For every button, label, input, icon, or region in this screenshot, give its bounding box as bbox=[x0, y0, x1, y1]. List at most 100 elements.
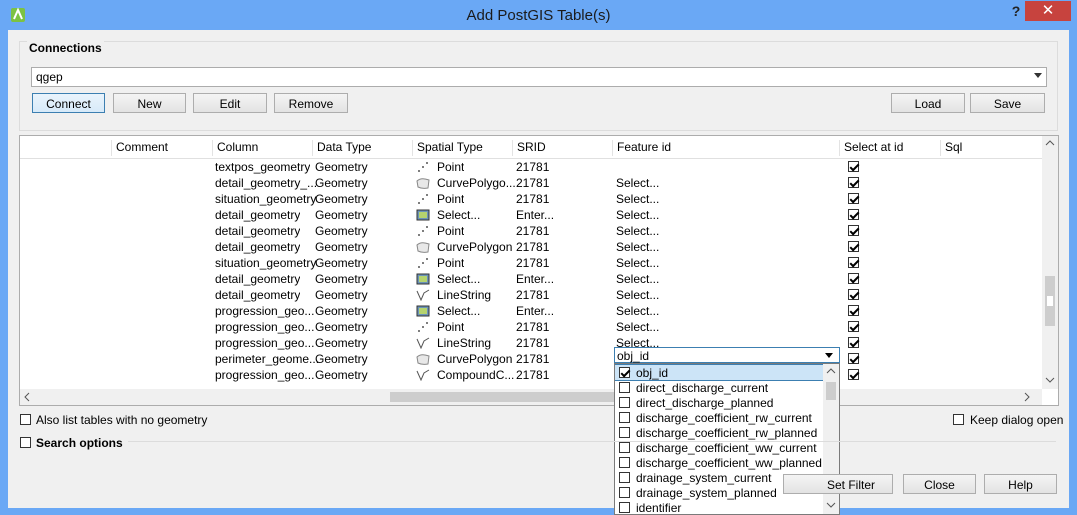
header-spatial-type[interactable]: Spatial Type bbox=[412, 140, 512, 156]
cell-feature-id[interactable]: Select... bbox=[616, 288, 659, 302]
cell-srid[interactable]: 21781 bbox=[516, 288, 549, 302]
option-checkbox[interactable] bbox=[619, 397, 630, 408]
cell-spatial-type[interactable]: Point bbox=[437, 320, 464, 334]
cell-srid[interactable]: 21781 bbox=[516, 224, 549, 238]
popup-option[interactable]: discharge_coefficient_rw_planned bbox=[615, 425, 825, 440]
header-sql[interactable]: Sql bbox=[940, 140, 1042, 156]
select-at-id-checkbox[interactable] bbox=[848, 273, 859, 284]
header-data-type[interactable]: Data Type bbox=[312, 140, 412, 156]
cell-spatial-type[interactable]: LineString bbox=[437, 288, 491, 302]
feature-id-dropdown[interactable]: obj_id bbox=[614, 347, 840, 363]
cell-spatial-type[interactable]: Select... bbox=[437, 272, 480, 286]
popup-option[interactable]: discharge_coefficient_ww_current bbox=[615, 440, 825, 455]
also-list-no-geometry-checkbox[interactable] bbox=[20, 414, 31, 425]
select-at-id-checkbox[interactable] bbox=[848, 369, 859, 380]
header-srid[interactable]: SRID bbox=[512, 140, 612, 156]
option-checkbox[interactable] bbox=[619, 412, 630, 423]
table-row[interactable]: progression_geo... Geometry CompoundC... 21… bbox=[20, 367, 1042, 383]
cell-feature-id[interactable]: Select... bbox=[616, 272, 659, 286]
option-checkbox[interactable] bbox=[619, 502, 630, 513]
cell-srid[interactable]: Enter... bbox=[516, 272, 554, 286]
popup-option[interactable]: obj_id bbox=[615, 364, 826, 381]
popup-option[interactable]: direct_discharge_current bbox=[615, 380, 825, 395]
select-at-id-checkbox[interactable] bbox=[848, 161, 859, 172]
cell-srid[interactable]: 21781 bbox=[516, 352, 549, 366]
header-feature-id[interactable]: Feature id bbox=[612, 140, 839, 156]
header-column[interactable]: Column bbox=[212, 140, 312, 156]
cell-srid[interactable]: Enter... bbox=[516, 304, 554, 318]
table-row[interactable]: situation_geometry Geometry Point 21781 Sele… bbox=[20, 255, 1042, 271]
cell-spatial-type[interactable]: CurvePolygon bbox=[437, 352, 512, 366]
keep-dialog-open-checkbox[interactable] bbox=[953, 414, 964, 425]
table-row[interactable]: detail_geometry Geometry Select... Enter...… bbox=[20, 207, 1042, 223]
cell-spatial-type[interactable]: Select... bbox=[437, 208, 480, 222]
cell-spatial-type[interactable]: Point bbox=[437, 256, 464, 270]
cell-srid[interactable]: 21781 bbox=[516, 368, 549, 382]
cell-spatial-type[interactable]: CurvePolygon bbox=[437, 240, 512, 254]
close-button[interactable]: Close bbox=[903, 474, 976, 494]
title-help-button[interactable]: ? bbox=[1008, 3, 1024, 21]
help-button[interactable]: Help bbox=[984, 474, 1057, 494]
select-at-id-checkbox[interactable] bbox=[848, 193, 859, 204]
cell-spatial-type[interactable]: LineString bbox=[437, 336, 491, 350]
popup-option[interactable]: discharge_coefficient_rw_current bbox=[615, 410, 825, 425]
connection-select[interactable]: qgep bbox=[31, 67, 1047, 87]
table-row[interactable]: perimeter_geome... Geometry CurvePolygon 21… bbox=[20, 351, 1042, 367]
cell-feature-id[interactable]: Select... bbox=[616, 208, 659, 222]
header-comment[interactable]: Comment bbox=[111, 140, 211, 156]
table-vertical-scrollbar[interactable] bbox=[1042, 136, 1058, 389]
cell-feature-id[interactable]: Select... bbox=[616, 304, 659, 318]
cell-srid[interactable]: 21781 bbox=[516, 240, 549, 254]
cell-spatial-type[interactable]: Point bbox=[437, 192, 464, 206]
connect-button[interactable]: Connect bbox=[32, 93, 105, 113]
option-checkbox[interactable] bbox=[619, 382, 630, 393]
cell-feature-id[interactable]: Select... bbox=[616, 192, 659, 206]
popup-option[interactable]: direct_discharge_planned bbox=[615, 395, 825, 410]
table-row[interactable]: textpos_geometry Geometry Point 21781 bbox=[20, 159, 1042, 175]
select-at-id-checkbox[interactable] bbox=[848, 289, 859, 300]
option-checkbox[interactable] bbox=[619, 487, 630, 498]
cell-spatial-type[interactable]: Point bbox=[437, 224, 464, 238]
cell-feature-id[interactable]: Select... bbox=[616, 256, 659, 270]
select-at-id-checkbox[interactable] bbox=[848, 257, 859, 268]
select-at-id-checkbox[interactable] bbox=[848, 225, 859, 236]
select-at-id-checkbox[interactable] bbox=[848, 337, 859, 348]
title-bar[interactable]: Add PostGIS Table(s) ? ✕ bbox=[0, 0, 1077, 30]
cell-srid[interactable]: 21781 bbox=[516, 160, 549, 174]
cell-feature-id[interactable]: Select... bbox=[616, 176, 659, 190]
remove-connection-button[interactable]: Remove bbox=[274, 93, 348, 113]
cell-srid[interactable]: Enter... bbox=[516, 208, 554, 222]
tables-grid[interactable]: Comment Column Data Type Spatial Type SR… bbox=[19, 135, 1059, 406]
search-options-checkbox[interactable] bbox=[20, 437, 31, 448]
cell-feature-id[interactable]: Select... bbox=[616, 320, 659, 334]
select-at-id-checkbox[interactable] bbox=[848, 209, 859, 220]
table-row[interactable]: progression_geo... Geometry Select... Enter… bbox=[20, 303, 1042, 319]
cell-feature-id[interactable]: Select... bbox=[616, 224, 659, 238]
new-connection-button[interactable]: New bbox=[113, 93, 186, 113]
window-close-button[interactable]: ✕ bbox=[1025, 1, 1071, 21]
table-row[interactable]: progression_geo... Geometry Point 21781 Sele… bbox=[20, 319, 1042, 335]
cell-spatial-type[interactable]: Select... bbox=[437, 304, 480, 318]
cell-srid[interactable]: 21781 bbox=[516, 176, 549, 190]
load-button[interactable]: Load bbox=[891, 93, 965, 113]
edit-connection-button[interactable]: Edit bbox=[193, 93, 267, 113]
option-checkbox[interactable] bbox=[619, 427, 630, 438]
cell-srid[interactable]: 21781 bbox=[516, 192, 549, 206]
table-row[interactable]: detail_geometry Geometry CurvePolygon 21781… bbox=[20, 239, 1042, 255]
option-checkbox[interactable] bbox=[619, 472, 630, 483]
select-at-id-checkbox[interactable] bbox=[848, 353, 859, 364]
set-filter-button[interactable]: Set Filter bbox=[783, 474, 893, 494]
cell-spatial-type[interactable]: CompoundC... bbox=[437, 368, 514, 382]
save-button[interactable]: Save bbox=[970, 93, 1045, 113]
cell-srid[interactable]: 21781 bbox=[516, 320, 549, 334]
cell-spatial-type[interactable]: CurvePolygo... bbox=[437, 176, 516, 190]
select-at-id-checkbox[interactable] bbox=[848, 177, 859, 188]
cell-srid[interactable]: 21781 bbox=[516, 256, 549, 270]
table-row[interactable]: detail_geometry Geometry LineString 21781 Se… bbox=[20, 287, 1042, 303]
select-at-id-checkbox[interactable] bbox=[848, 241, 859, 252]
popup-option[interactable]: discharge_coefficient_ww_planned bbox=[615, 455, 825, 470]
table-horizontal-scrollbar[interactable] bbox=[20, 389, 1042, 405]
cell-srid[interactable]: 21781 bbox=[516, 336, 549, 350]
table-row[interactable]: detail_geometry Geometry Select... Enter...… bbox=[20, 271, 1042, 287]
table-row[interactable]: progression_geo... Geometry LineString 2178… bbox=[20, 335, 1042, 351]
